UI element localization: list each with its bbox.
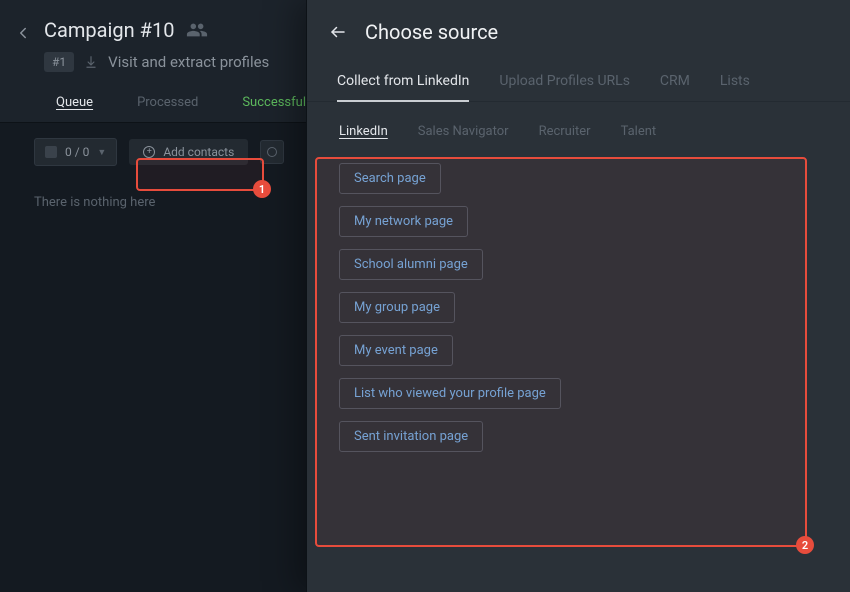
panel-tab-lists[interactable]: Lists	[720, 73, 750, 101]
campaign-title: Campaign #10	[44, 18, 174, 42]
checkbox-icon	[45, 146, 57, 158]
subtab-sales-navigator[interactable]: Sales Navigator	[418, 124, 509, 139]
selection-count: 0 / 0	[65, 145, 89, 159]
campaign-subtitle: Visit and extract profiles	[108, 53, 269, 71]
back-icon[interactable]	[14, 18, 32, 42]
subtab-recruiter[interactable]: Recruiter	[539, 124, 591, 139]
panel-back-icon[interactable]	[329, 23, 347, 41]
panel-tabs: Collect from LinkedIn Upload Profiles UR…	[307, 60, 850, 102]
panel-title: Choose source	[365, 20, 498, 44]
add-contacts-button[interactable]: + Add contacts	[129, 139, 248, 165]
download-icon	[84, 55, 98, 69]
option-who-viewed-page[interactable]: List who viewed your profile page	[339, 378, 561, 409]
option-search-page[interactable]: Search page	[339, 163, 441, 194]
chevron-down-icon: ▼	[97, 147, 106, 158]
selection-box[interactable]: 0 / 0 ▼	[34, 138, 117, 166]
plus-circle-icon: +	[143, 146, 155, 158]
collect-area: LinkedIn Sales Navigator Recruiter Talen…	[307, 102, 850, 592]
source-subtabs: LinkedIn Sales Navigator Recruiter Talen…	[329, 124, 828, 145]
campaign-badge: #1	[44, 52, 74, 72]
option-school-alumni-page[interactable]: School alumni page	[339, 249, 483, 280]
panel-tab-crm[interactable]: CRM	[660, 73, 690, 101]
option-my-event-page[interactable]: My event page	[339, 335, 453, 366]
subtab-linkedin[interactable]: LinkedIn	[339, 124, 388, 139]
cancel-icon	[267, 147, 277, 157]
source-options: Search page My network page School alumn…	[329, 145, 828, 462]
add-contacts-label: Add contacts	[163, 145, 234, 159]
option-my-network-page[interactable]: My network page	[339, 206, 468, 237]
option-sent-invitation-page[interactable]: Sent invitation page	[339, 421, 483, 452]
tab-processed[interactable]: Processed	[115, 95, 220, 122]
panel-tab-upload[interactable]: Upload Profiles URLs	[499, 73, 630, 101]
choose-source-panel: Choose source Collect from LinkedIn Uplo…	[306, 0, 850, 592]
cancel-button[interactable]	[260, 140, 284, 164]
subtab-talent[interactable]: Talent	[621, 124, 657, 139]
panel-tab-collect[interactable]: Collect from LinkedIn	[337, 73, 469, 101]
option-my-group-page[interactable]: My group page	[339, 292, 455, 323]
people-icon[interactable]	[186, 19, 208, 41]
tab-queue[interactable]: Queue	[34, 95, 115, 122]
